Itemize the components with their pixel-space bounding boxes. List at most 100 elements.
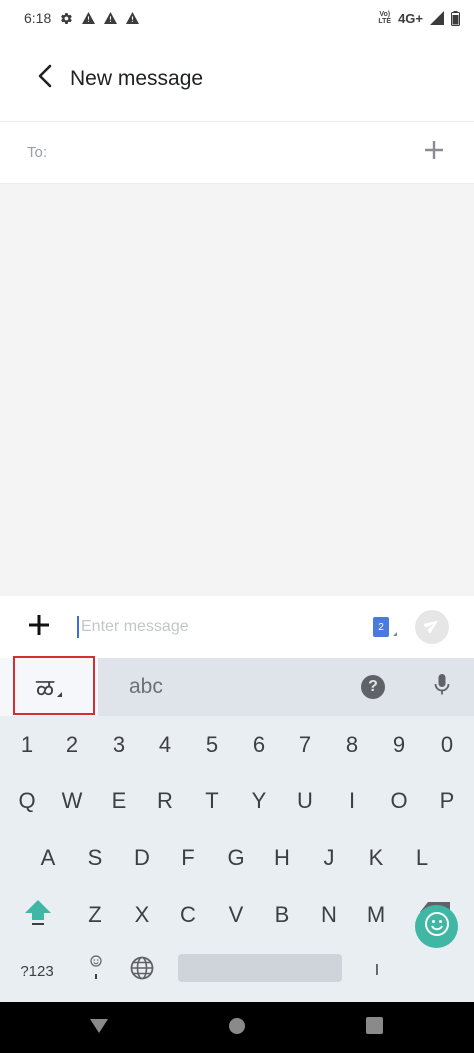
recipient-input[interactable] (53, 132, 412, 173)
key-x[interactable]: X (119, 886, 165, 944)
warning-icon (126, 12, 140, 24)
square-recents-icon (365, 1017, 383, 1039)
key-e[interactable]: E (96, 772, 142, 830)
back-button[interactable] (20, 54, 70, 104)
key-7[interactable]: 7 (282, 716, 328, 774)
nav-back-button[interactable] (79, 1008, 119, 1048)
globe-icon (130, 956, 154, 986)
key-m[interactable]: M (353, 886, 399, 944)
key-5[interactable]: 5 (189, 716, 235, 774)
bottom-row: ?123 I (0, 942, 474, 1000)
suggestion-item[interactable]: abc (129, 675, 163, 699)
nav-home-button[interactable] (217, 1008, 257, 1048)
key-o[interactable]: O (376, 772, 422, 830)
key-j[interactable]: J (306, 829, 352, 887)
help-button[interactable]: ? (361, 675, 385, 699)
message-input-wrapper (77, 607, 373, 647)
plus-icon (424, 140, 444, 165)
warning-icon (82, 12, 96, 24)
key-b[interactable]: B (259, 886, 305, 944)
emoji-button[interactable] (415, 905, 458, 948)
letter-row-1: Q W E R T Y U I O P (0, 772, 474, 830)
app-bar: New message (0, 36, 474, 122)
key-h[interactable]: H (259, 829, 305, 887)
settings-icon (60, 12, 73, 25)
emoji-key[interactable] (73, 942, 119, 1000)
key-l[interactable]: L (399, 829, 445, 887)
attach-button[interactable] (17, 605, 61, 649)
status-left: 6:18 (24, 10, 140, 26)
compose-bar: 2 (0, 596, 474, 658)
conversation-area (0, 184, 474, 596)
key-k[interactable]: K (353, 829, 399, 887)
triangle-back-icon (89, 1018, 109, 1039)
number-row: 1 2 3 4 5 6 7 8 9 0 (0, 716, 474, 774)
key-f[interactable]: F (165, 829, 211, 887)
keyboard: ळ abc ? 1 2 3 4 5 6 7 8 9 0 Q W E R T Y … (0, 656, 474, 1002)
status-right: Vo) LTE 4G+ (378, 10, 460, 26)
to-label: To: (27, 144, 48, 161)
voice-input-button[interactable] (427, 672, 457, 702)
key-u[interactable]: U (282, 772, 328, 830)
status-bar: 6:18 Vo) LTE 4G+ (0, 0, 474, 36)
key-s[interactable]: S (72, 829, 118, 887)
key-g[interactable]: G (213, 829, 259, 887)
key-w[interactable]: W (49, 772, 95, 830)
signal-icon (430, 11, 444, 25)
key-6[interactable]: 6 (236, 716, 282, 774)
key-y[interactable]: Y (236, 772, 282, 830)
message-input[interactable] (81, 618, 351, 636)
shift-icon (23, 897, 53, 933)
symbols-button[interactable]: ?123 (14, 942, 60, 1000)
navigation-bar (0, 1002, 474, 1053)
status-time: 6:18 (24, 10, 52, 26)
add-recipient-button[interactable] (412, 131, 456, 175)
key-n[interactable]: N (306, 886, 352, 944)
key-0[interactable]: 0 (424, 716, 470, 774)
key-3[interactable]: 3 (96, 716, 142, 774)
key-4[interactable]: 4 (142, 716, 188, 774)
key-i[interactable]: I (329, 772, 375, 830)
letter-row-3: Z X C V B N M (0, 886, 474, 944)
language-key[interactable] (119, 942, 165, 1000)
key-a[interactable]: A (25, 829, 71, 887)
key-p[interactable]: P (424, 772, 470, 830)
key-d[interactable]: D (119, 829, 165, 887)
arrow-back-icon (36, 64, 54, 93)
key-c[interactable]: C (165, 886, 211, 944)
nav-recents-button[interactable] (354, 1008, 394, 1048)
smiley-icon (424, 911, 450, 942)
emoji-comma-icon (89, 955, 103, 987)
key-z[interactable]: Z (72, 886, 118, 944)
key-9[interactable]: 9 (376, 716, 422, 774)
shift-button[interactable] (15, 886, 61, 944)
key-t[interactable]: T (189, 772, 235, 830)
key-v[interactable]: V (213, 886, 259, 944)
key-2[interactable]: 2 (49, 716, 95, 774)
sim-dropdown-indicator (393, 632, 397, 636)
help-icon: ? (368, 678, 378, 695)
period-key[interactable]: I (354, 942, 400, 1000)
highlight-box (13, 656, 95, 715)
warning-icon (104, 12, 118, 24)
space-bar[interactable] (178, 954, 342, 982)
key-q[interactable]: Q (4, 772, 50, 830)
key-8[interactable]: 8 (329, 716, 375, 774)
volte-line2: LTE (378, 18, 392, 25)
sim-label: 2 (378, 621, 384, 633)
page-title: New message (70, 66, 204, 90)
key-1[interactable]: 1 (4, 716, 50, 774)
volte-icon: Vo) LTE (378, 11, 391, 25)
text-cursor (77, 616, 79, 638)
send-button[interactable] (415, 610, 449, 644)
battery-icon (451, 10, 460, 26)
plus-icon (28, 614, 50, 641)
circle-home-icon (228, 1017, 246, 1040)
key-r[interactable]: R (142, 772, 188, 830)
mic-icon (434, 673, 450, 701)
sim-selector-button[interactable]: 2 (373, 617, 389, 637)
network-type: 4G+ (398, 10, 423, 26)
letter-row-2: A S D F G H J K L (0, 829, 474, 887)
recipient-row: To: (0, 122, 474, 184)
send-icon (423, 617, 440, 638)
